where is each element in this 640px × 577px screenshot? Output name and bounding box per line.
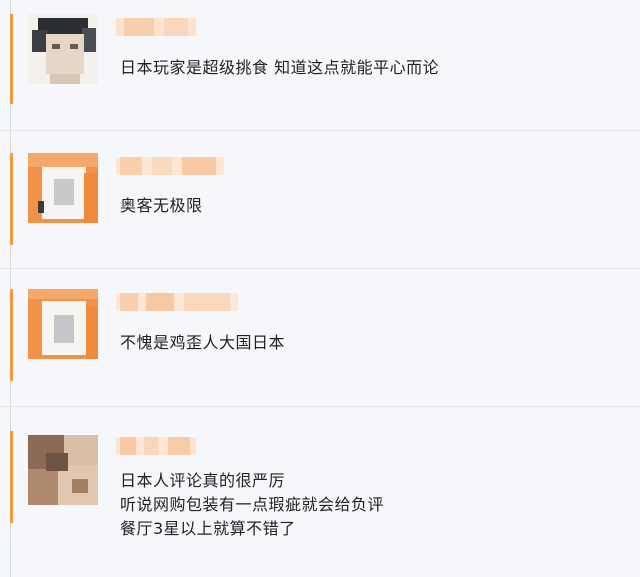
comment-text-line: 听说网购包装有一点瑕疵就会给负评 [120, 495, 385, 514]
username-blurred[interactable] [116, 437, 196, 455]
comment-accent-bar [10, 289, 13, 381]
comment-item: 奥客无极限 [0, 131, 640, 269]
comment-feed: 日本玩家是超级挑食 知道这点就能平心而论 奥客无极限 不愧是鸡歪人大国日本 日本… [0, 0, 640, 577]
comment-item: 不愧是鸡歪人大国日本 [0, 269, 640, 407]
comment-item: 日本人评论真的很严厉 听说网购包装有一点瑕疵就会给负评 餐厅3星以上就算不错了 [0, 407, 640, 577]
comment-text: 奥客无极限 [120, 196, 203, 215]
username-blurred[interactable] [116, 18, 196, 36]
user-avatar[interactable] [28, 153, 98, 223]
username-blurred[interactable] [116, 157, 224, 175]
username-blurred[interactable] [116, 293, 238, 311]
user-avatar[interactable] [28, 435, 98, 505]
user-avatar[interactable] [28, 289, 98, 359]
user-avatar[interactable] [28, 14, 98, 84]
comment-text: 不愧是鸡歪人大国日本 [120, 333, 286, 352]
comment-item: 日本玩家是超级挑食 知道这点就能平心而论 [0, 0, 640, 131]
comment-text-line: 餐厅3星以上就算不错了 [120, 519, 296, 538]
comment-text: 日本玩家是超级挑食 知道这点就能平心而论 [120, 58, 440, 77]
comment-text-line: 日本人评论真的很严厉 [120, 471, 286, 490]
comment-accent-bar [10, 431, 13, 523]
comment-accent-bar [10, 153, 13, 245]
comment-accent-bar [10, 14, 13, 104]
